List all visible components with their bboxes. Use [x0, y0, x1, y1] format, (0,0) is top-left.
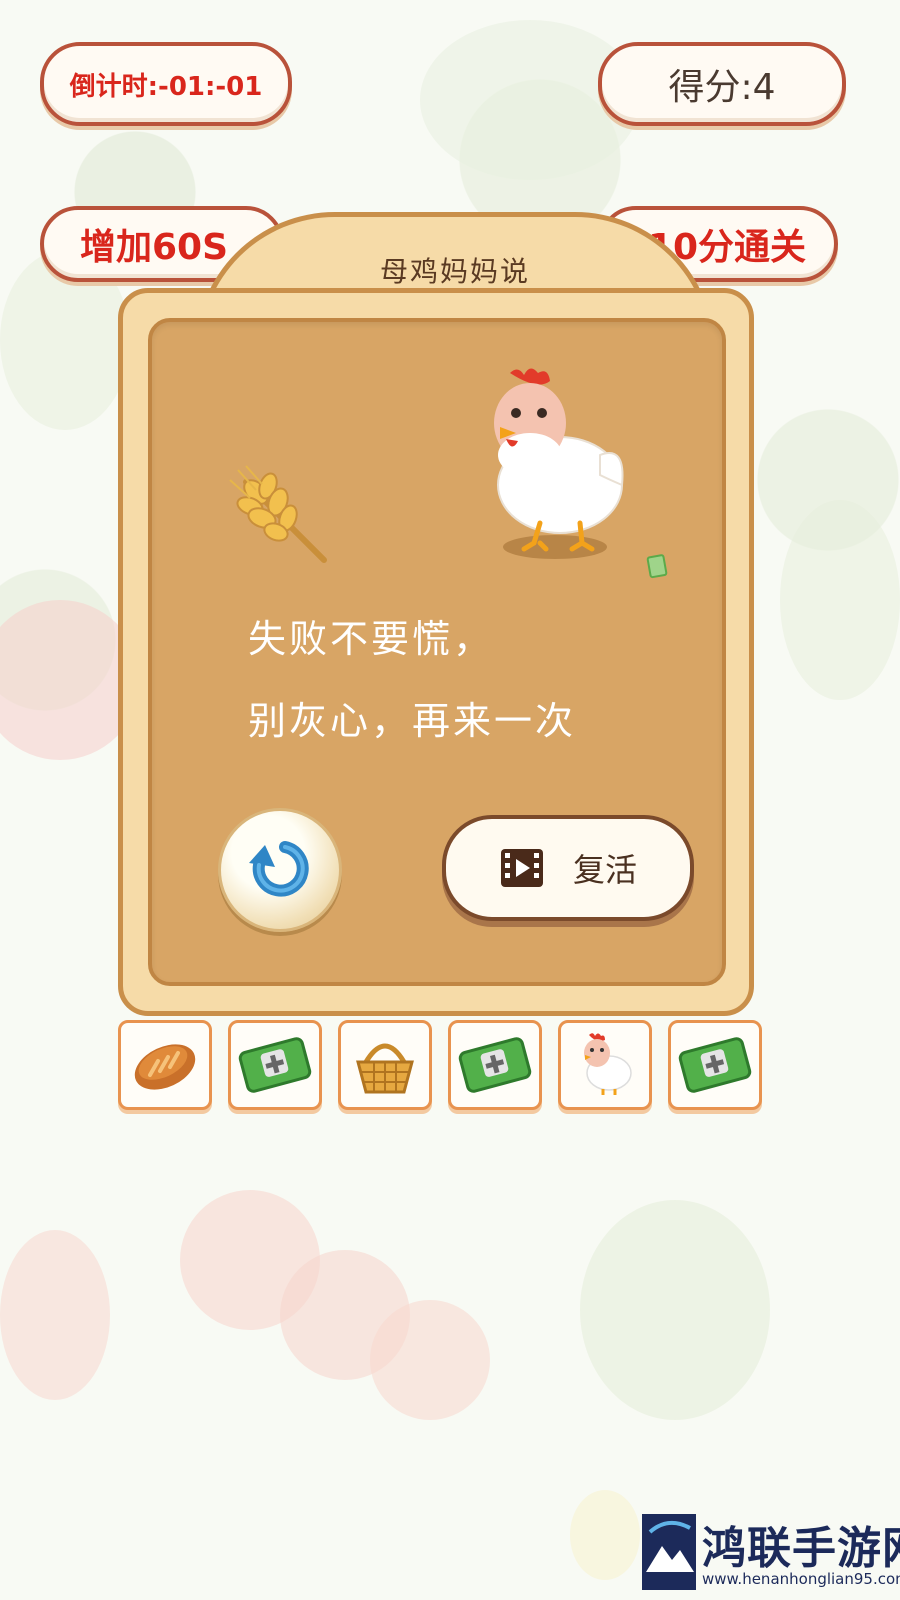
tray-slot-2[interactable] — [228, 1020, 322, 1110]
score-text: 得分:4 — [668, 67, 776, 108]
revive-button[interactable]: 复活 — [442, 815, 694, 921]
tray-slot-5[interactable] — [558, 1020, 652, 1110]
fail-message-line-2: 别灰心，再来一次 — [248, 699, 577, 743]
tray-slot-4[interactable] — [448, 1020, 542, 1110]
tray-slot-6[interactable] — [668, 1020, 762, 1110]
countdown-timer: 倒计时:-01:-01 — [40, 42, 292, 126]
dialog-title: 母鸡妈妈说 — [379, 255, 530, 288]
site-watermark: 鸿联手游网 www.henanhonglian95.com — [640, 1508, 900, 1596]
ticket-icon — [646, 554, 668, 579]
revive-label: 复活 — [572, 851, 637, 889]
countdown-text: 倒计时:-01:-01 — [69, 71, 263, 102]
ticket-icon — [238, 1037, 312, 1093]
wheat-icon — [229, 465, 327, 563]
hen-icon — [584, 1033, 632, 1095]
ticket-icon — [458, 1037, 532, 1093]
watermark-url: www.henanhonglian95.com — [702, 1570, 900, 1588]
bread-icon — [134, 1044, 196, 1090]
replay-button[interactable] — [218, 808, 342, 932]
replay-icon — [249, 841, 309, 897]
watermark-logo-icon — [642, 1514, 696, 1590]
score-display: 得分:4 — [598, 42, 846, 126]
tray-slot-1[interactable] — [118, 1020, 212, 1110]
ticket-icon — [678, 1037, 752, 1093]
video-icon — [500, 849, 543, 887]
fail-message-line-1: 失败不要慌， — [248, 617, 495, 661]
basket-icon — [356, 1043, 414, 1094]
tray-slot-3[interactable] — [338, 1020, 432, 1110]
watermark-title: 鸿联手游网 — [702, 1523, 900, 1574]
hen-icon — [494, 368, 624, 559]
